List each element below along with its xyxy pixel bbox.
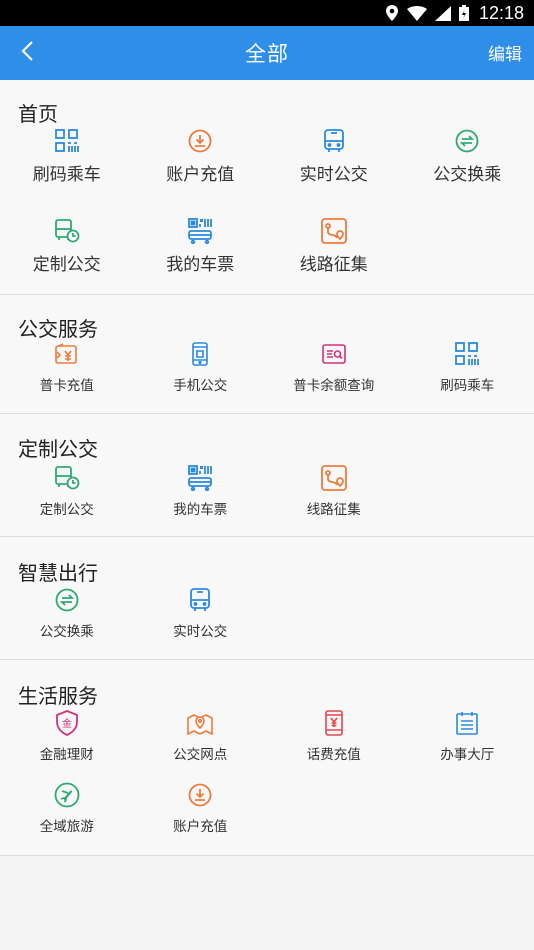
download-circle-icon <box>187 128 213 154</box>
menu-item-account-recharge[interactable]: 账户充值 <box>134 128 268 218</box>
menu-item-label: 账户充值 <box>173 819 228 835</box>
card-yuan-icon <box>54 341 80 367</box>
menu-item-route-collect[interactable]: 线路征集 <box>267 465 401 537</box>
signal-icon <box>434 5 451 21</box>
section-life-service: 生活服务 金 金融理财 公交网点 话费充值 办事大厅 全域旅游 账户充值 <box>0 660 534 856</box>
calendar-list-icon <box>454 710 480 736</box>
menu-item-label: 刷码乘车 <box>32 165 101 185</box>
app-bar: 全部 编辑 <box>0 26 534 80</box>
section-title: 公交服务 <box>18 317 98 341</box>
status-bar: 12:18 <box>0 0 534 26</box>
custom-bus-icon <box>54 218 80 244</box>
menu-item-label: 公交换乘 <box>39 624 94 640</box>
menu-item-tourism[interactable]: 全域旅游 <box>0 782 134 854</box>
section-smart-travel: 智慧出行 公交换乘 实时公交 <box>0 537 534 660</box>
ticket-qr-icon <box>187 465 213 491</box>
menu-item-card-balance[interactable]: 普卡余额查询 <box>267 341 401 413</box>
section-bus-service: 公交服务 普卡充值 手机公交 普卡余额查询 刷码乘车 <box>0 295 534 414</box>
menu-item-label: 实时公交 <box>173 624 228 640</box>
menu-item-custom-bus[interactable]: 定制公交 <box>0 218 134 308</box>
status-time: 12:18 <box>478 2 524 23</box>
section-title: 生活服务 <box>18 684 98 708</box>
section-custom-bus: 定制公交 定制公交 我的车票 线路征集 <box>0 414 534 537</box>
menu-item-custom-bus[interactable]: 定制公交 <box>0 465 134 537</box>
menu-item-card-recharge[interactable]: 普卡充值 <box>0 341 134 413</box>
menu-item-label: 公交网点 <box>173 747 228 763</box>
menu-item-label: 公交换乘 <box>433 165 502 185</box>
location-icon <box>385 5 399 21</box>
download-circle-icon <box>187 782 213 808</box>
menu-item-label: 我的车票 <box>166 255 235 275</box>
svg-text:金: 金 <box>62 717 72 730</box>
menu-item-realtime-bus[interactable]: 实时公交 <box>134 587 268 659</box>
back-arrow-icon <box>20 40 34 66</box>
bus-icon <box>321 128 347 154</box>
bus-icon <box>187 587 213 613</box>
map-pin-icon <box>187 710 214 736</box>
battery-icon <box>458 5 469 21</box>
menu-item-bus-transfer[interactable]: 公交换乘 <box>0 587 134 659</box>
menu-item-label: 线路征集 <box>299 255 368 275</box>
phone-icon <box>187 341 213 367</box>
menu-item-label: 刷码乘车 <box>440 378 495 394</box>
menu-item-label: 普卡余额查询 <box>293 378 375 394</box>
menu-item-label: 我的车票 <box>173 502 228 518</box>
menu-item-bus-transfer[interactable]: 公交换乘 <box>401 128 534 218</box>
section-title: 定制公交 <box>18 437 98 461</box>
qr-code-icon <box>454 341 480 367</box>
menu-item-route-collect[interactable]: 线路征集 <box>267 218 401 308</box>
section-title: 首页 <box>18 102 58 126</box>
menu-item-mobile-bus[interactable]: 手机公交 <box>134 341 268 413</box>
back-button[interactable] <box>12 38 42 68</box>
shield-gold-icon: 金 <box>54 710 80 736</box>
menu-item-bus-outlet[interactable]: 公交网点 <box>134 710 268 782</box>
menu-item-label: 话费充值 <box>306 747 361 763</box>
phone-yuan-icon <box>321 710 347 736</box>
menu-item-scan-ride[interactable]: 刷码乘车 <box>401 341 534 413</box>
menu-item-label: 定制公交 <box>32 255 101 275</box>
menu-item-label: 手机公交 <box>173 378 228 394</box>
transfer-circle-icon <box>54 587 80 613</box>
edit-button[interactable]: 编辑 <box>488 40 522 65</box>
menu-item-label: 金融理财 <box>39 747 94 763</box>
menu-item-my-ticket[interactable]: 我的车票 <box>134 218 268 308</box>
menu-item-account-recharge[interactable]: 账户充值 <box>134 782 268 854</box>
menu-item-label: 办事大厅 <box>440 747 495 763</box>
menu-item-label: 普卡充值 <box>39 378 94 394</box>
ticket-qr-icon <box>187 218 213 244</box>
page-title: 全部 <box>245 42 289 66</box>
section-title: 智慧出行 <box>18 561 98 585</box>
menu-item-label: 定制公交 <box>39 502 94 518</box>
menu-item-label: 全域旅游 <box>39 819 94 835</box>
menu-item-service-hall[interactable]: 办事大厅 <box>401 710 534 782</box>
menu-item-realtime-bus[interactable]: 实时公交 <box>267 128 401 218</box>
menu-item-finance[interactable]: 金 金融理财 <box>0 710 134 782</box>
custom-bus-icon <box>54 465 80 491</box>
route-map-icon <box>320 218 347 244</box>
menu-item-phone-recharge[interactable]: 话费充值 <box>267 710 401 782</box>
menu-item-label: 线路征集 <box>306 502 361 518</box>
section-home: 首页 刷码乘车 账户充值 实时公交 公交换乘 定制公交 我的车票 线路征集 <box>0 80 534 295</box>
menu-item-scan-ride[interactable]: 刷码乘车 <box>0 128 134 218</box>
wifi-icon <box>406 5 427 21</box>
plane-circle-icon <box>54 782 80 808</box>
menu-item-label: 实时公交 <box>299 165 368 185</box>
menu-item-my-ticket[interactable]: 我的车票 <box>134 465 268 537</box>
card-search-icon <box>321 341 347 367</box>
menu-item-label: 账户充值 <box>166 165 235 185</box>
transfer-circle-icon <box>454 128 480 154</box>
qr-code-icon <box>54 128 80 154</box>
route-map-icon <box>320 465 347 491</box>
